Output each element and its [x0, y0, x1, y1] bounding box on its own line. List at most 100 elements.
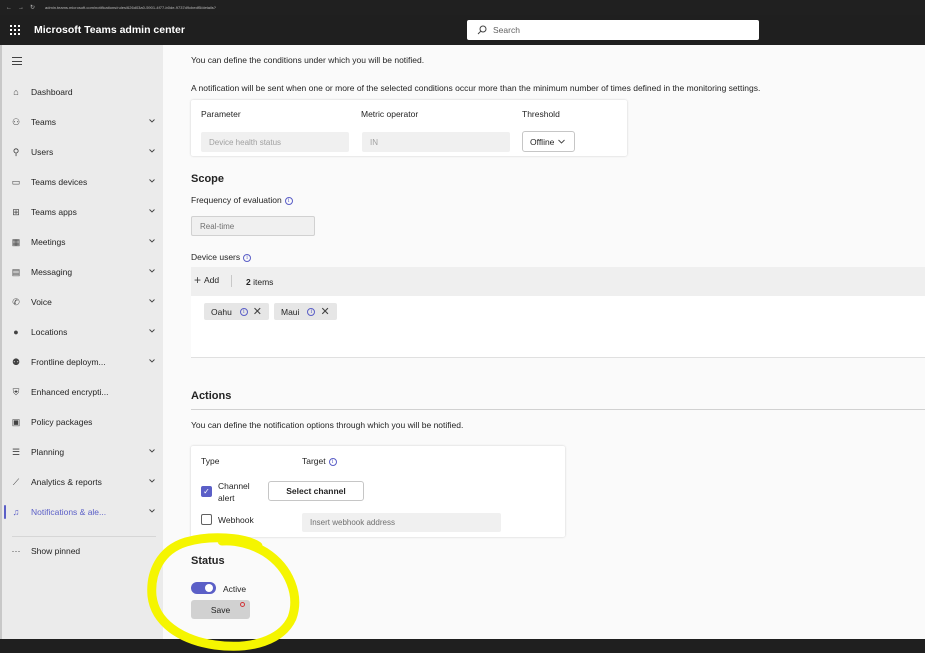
- chat-icon: ▤: [11, 266, 21, 277]
- conditions-note: A notification will be sent when one or …: [191, 83, 761, 93]
- apps-icon: ⊞: [12, 206, 20, 217]
- app-header: Microsoft Teams admin center Search: [0, 15, 925, 45]
- device-users-toolbar: + Add 2 items: [191, 267, 925, 296]
- sidebar-item-notifications[interactable]: ♫ Notifications & ale...: [2, 500, 163, 524]
- device-user-chip: Oahu i ✕: [204, 303, 269, 320]
- sidebar-item-analytics[interactable]: ⟋ Analytics & reports: [2, 470, 163, 494]
- sidebar-item-teams-devices[interactable]: ▭ Teams devices: [2, 170, 163, 194]
- main-content: You can define the conditions under whic…: [163, 45, 925, 639]
- save-button[interactable]: Save: [191, 600, 250, 619]
- actions-divider: [191, 409, 925, 410]
- browser-bar: ← → ↻ admin.teams.microsoft.com/notifica…: [0, 0, 925, 15]
- threshold-dropdown[interactable]: Offline: [522, 131, 575, 152]
- sidebar-item-label: Meetings: [31, 237, 66, 247]
- chevron-down-icon[interactable]: [149, 268, 155, 274]
- info-icon[interactable]: i: [239, 307, 248, 316]
- conditions-card: Parameter Metric operator Threshold Devi…: [191, 100, 627, 156]
- status-title: Status: [191, 555, 225, 567]
- chevron-down-icon[interactable]: [149, 358, 155, 364]
- chevron-down-icon[interactable]: [149, 238, 155, 244]
- add-button[interactable]: + Add: [194, 273, 220, 287]
- sidebar-item-label: Show pinned: [31, 546, 81, 556]
- active-label: Active: [223, 584, 247, 594]
- chevron-down-icon: [558, 139, 566, 144]
- sidebar-item-dashboard[interactable]: ⌂ Dashboard: [2, 80, 163, 104]
- sidebar-item-policy-packages[interactable]: ▣ Policy packages: [2, 410, 163, 434]
- remove-icon[interactable]: ✕: [253, 305, 262, 318]
- chevron-down-icon[interactable]: [149, 448, 155, 454]
- info-icon[interactable]: i: [328, 457, 337, 466]
- forward-icon[interactable]: →: [18, 5, 24, 11]
- sidebar-item-frontline[interactable]: ⚉ Frontline deploym...: [2, 350, 163, 374]
- search-placeholder: Search: [493, 25, 520, 35]
- sidebar-item-label: Frontline deploym...: [31, 357, 106, 367]
- sidebar-divider: [12, 536, 156, 537]
- plus-icon: +: [194, 273, 202, 287]
- webhook-checkbox[interactable]: [201, 514, 212, 525]
- chevron-down-icon[interactable]: [149, 508, 155, 514]
- sidebar-item-label: Policy packages: [31, 417, 93, 427]
- frequency-label: Frequency of evaluation i: [191, 195, 293, 205]
- sidebar-item-teams-apps[interactable]: ⊞ Teams apps: [2, 200, 163, 224]
- reload-icon[interactable]: ↻: [30, 4, 35, 11]
- sidebar-item-label: Teams devices: [31, 177, 88, 187]
- actions-intro: You can define the notification options …: [191, 420, 464, 430]
- sidebar-item-label: Teams: [31, 117, 57, 127]
- toolbar-divider: [231, 275, 232, 287]
- threshold-header: Threshold: [522, 109, 560, 119]
- threshold-value: Offline: [530, 136, 555, 147]
- hamburger-icon[interactable]: [12, 57, 22, 68]
- sidebar-item-encryption[interactable]: ⛨ Enhanced encrypti...: [2, 380, 163, 404]
- chevron-down-icon[interactable]: [149, 118, 155, 124]
- list-icon: ☰: [11, 446, 21, 457]
- sidebar-item-label: Teams apps: [31, 207, 77, 217]
- app-title: Microsoft Teams admin center: [34, 24, 185, 36]
- chevron-down-icon[interactable]: [149, 208, 155, 214]
- chevron-down-icon[interactable]: [149, 328, 155, 334]
- sidebar-item-teams[interactable]: ⚇ Teams: [2, 110, 163, 134]
- channel-alert-label: Channel alert: [218, 481, 250, 503]
- select-channel-button[interactable]: Select channel: [268, 481, 364, 501]
- sidebar-item-locations[interactable]: ● Locations: [2, 320, 163, 344]
- info-icon[interactable]: i: [284, 196, 293, 205]
- sidebar-item-meetings[interactable]: ▦ Meetings: [2, 230, 163, 254]
- conditions-intro: You can define the conditions under whic…: [191, 55, 425, 65]
- globe-icon: ●: [13, 327, 19, 337]
- sidebar-item-planning[interactable]: ☰ Planning: [2, 440, 163, 464]
- more-icon: ···: [11, 546, 21, 556]
- operator-field: IN: [362, 132, 510, 152]
- sidebar-item-label: Voice: [31, 297, 52, 307]
- sidebar-item-show-pinned[interactable]: ··· Show pinned: [2, 539, 163, 563]
- items-count: 2 items: [246, 277, 274, 287]
- remove-icon[interactable]: ✕: [320, 305, 329, 318]
- home-icon: ⌂: [13, 87, 19, 97]
- chevron-down-icon[interactable]: [149, 178, 155, 184]
- info-icon[interactable]: i: [307, 307, 316, 316]
- sidebar-item-messaging[interactable]: ▤ Messaging: [2, 260, 163, 284]
- app-launcher-button[interactable]: [0, 15, 30, 45]
- address-bar[interactable]: admin.teams.microsoft.com/notifications/…: [45, 5, 216, 10]
- active-toggle[interactable]: [191, 582, 216, 594]
- add-label: Add: [204, 275, 220, 285]
- sidebar-item-users[interactable]: ⚲ Users: [2, 140, 163, 164]
- sidebar-item-label: Notifications & ale...: [31, 507, 107, 517]
- chevron-down-icon[interactable]: [149, 148, 155, 154]
- sidebar-item-voice[interactable]: ✆ Voice: [2, 290, 163, 314]
- teams-icon: ⚇: [11, 116, 21, 127]
- chevron-down-icon[interactable]: [149, 298, 155, 304]
- scope-title: Scope: [191, 173, 225, 185]
- info-icon[interactable]: i: [243, 253, 252, 262]
- channel-alert-checkbox[interactable]: ✓: [201, 486, 212, 497]
- sidebar-item-label: Users: [31, 147, 54, 157]
- devices-icon: ▭: [11, 176, 21, 187]
- parameter-field: Device health status: [201, 132, 349, 152]
- users-icon: ⚲: [12, 146, 20, 157]
- frontline-icon: ⚉: [11, 356, 21, 367]
- chevron-down-icon[interactable]: [149, 478, 155, 484]
- sidebar-item-label: Analytics & reports: [31, 477, 102, 487]
- search-box[interactable]: Search: [467, 20, 759, 40]
- back-icon[interactable]: ←: [6, 5, 12, 11]
- webhook-address-input[interactable]: Insert webhook address: [302, 513, 501, 532]
- device-users-list: Oahu i ✕ Maui i ✕: [191, 296, 925, 358]
- sidebar-item-label: Enhanced encrypti...: [31, 387, 109, 397]
